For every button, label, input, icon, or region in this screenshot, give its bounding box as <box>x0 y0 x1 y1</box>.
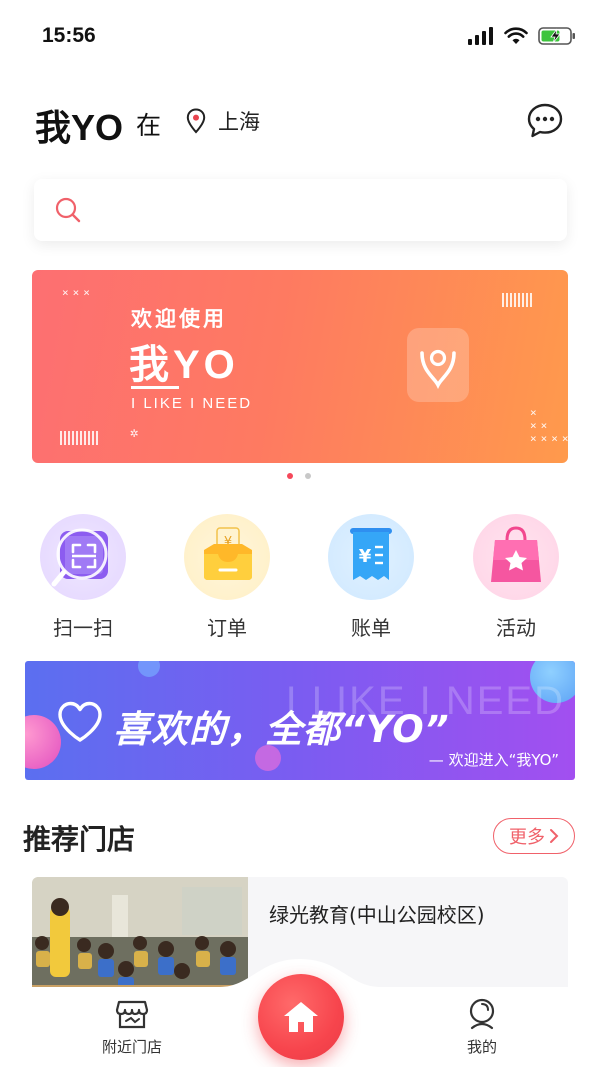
message-button[interactable] <box>526 102 564 140</box>
banner-deco-sparkle: ✲ <box>130 425 143 441</box>
banner-deco-bars <box>502 293 532 307</box>
promo-main-text: 喜欢的，全都“YO” <box>113 708 450 751</box>
more-button[interactable]: 更多 <box>493 818 575 854</box>
promo-sub-text: — 欢迎进入“我YO” <box>428 751 559 769</box>
search-input[interactable] <box>98 191 538 229</box>
search-icon <box>55 197 81 223</box>
scan-icon <box>40 514 126 600</box>
store-name: 绿光教育(中山公园校区) <box>269 903 485 927</box>
header: 我YO 在 上海 <box>0 96 600 152</box>
quick-menu-label: 订单 <box>207 616 247 640</box>
app-title: 我YO <box>35 107 124 148</box>
banner-deco-crosses: ××× <box>62 286 94 299</box>
location-pin-icon <box>186 108 206 134</box>
banner-deco-crosses: ××××××× <box>530 406 568 445</box>
more-button-label: 更多 <box>509 827 545 848</box>
home-button[interactable] <box>258 974 344 1060</box>
banner-deco-bars <box>60 431 98 445</box>
quick-menu-bill[interactable]: ¥ 账单 <box>316 514 426 641</box>
svg-text:¥: ¥ <box>359 546 372 567</box>
quick-menu-scan[interactable]: 扫一扫 <box>28 514 138 641</box>
user-icon <box>469 998 495 1030</box>
location-text: 上海 <box>218 110 260 134</box>
quick-menu-label: 账单 <box>351 616 391 640</box>
app-title-suffix: 在 <box>136 111 162 140</box>
location-selector[interactable]: 上海 <box>186 106 260 136</box>
heart-icon <box>58 701 102 742</box>
store-icon <box>115 1000 149 1029</box>
search-box[interactable] <box>34 179 567 241</box>
home-icon <box>284 1002 318 1032</box>
bill-icon: ¥ <box>328 514 414 600</box>
banner-pagination <box>287 473 311 479</box>
gift-bag-icon <box>473 514 559 600</box>
nav-label: 附近门店 <box>101 1038 162 1056</box>
banner-welcome: 欢迎使用 <box>131 307 227 331</box>
nav-item-nearby-stores[interactable]: 附近门店 <box>72 998 192 1057</box>
section-title-recommend: 推荐门店 <box>23 823 136 856</box>
status-time: 15:56 <box>42 24 96 47</box>
quick-menu-label: 扫一扫 <box>53 616 113 640</box>
battery-charging-icon <box>538 27 575 45</box>
banner-slogan: I LIKE I NEED <box>131 395 253 412</box>
banner-underline <box>131 386 179 389</box>
chat-bubble-icon <box>527 103 563 138</box>
order-icon: ¥ <box>184 514 270 600</box>
signal-icon <box>468 27 493 45</box>
decor-bubble <box>25 715 61 769</box>
banner-brand: 我YO <box>129 343 239 387</box>
pagination-dot[interactable] <box>305 473 311 479</box>
brand-logo-icon <box>407 328 469 402</box>
chevron-right-icon <box>550 829 559 843</box>
quick-menu-activity[interactable]: 活动 <box>461 514 571 641</box>
quick-menu-label: 活动 <box>496 616 536 640</box>
decor-bubble <box>138 661 160 677</box>
nav-item-mine[interactable]: 我的 <box>422 998 542 1057</box>
status-icons <box>468 26 576 46</box>
promo-banner[interactable]: I LIKE I NEED 喜欢的，全都“YO” — 欢迎进入“我YO” <box>25 661 575 780</box>
nav-label: 我的 <box>466 1038 497 1056</box>
status-bar: 15:56 <box>0 0 600 70</box>
pagination-dot[interactable] <box>287 473 293 479</box>
quick-menu-order[interactable]: ¥ 订单 <box>172 514 282 641</box>
wifi-icon <box>504 27 528 44</box>
hero-banner[interactable]: ××× ✲ ××××××× 欢迎使用 我YO I LIKE I NEED <box>32 270 568 463</box>
quick-menu: 扫一扫 ¥ 订单 ¥ 账单 活动 <box>0 514 600 644</box>
